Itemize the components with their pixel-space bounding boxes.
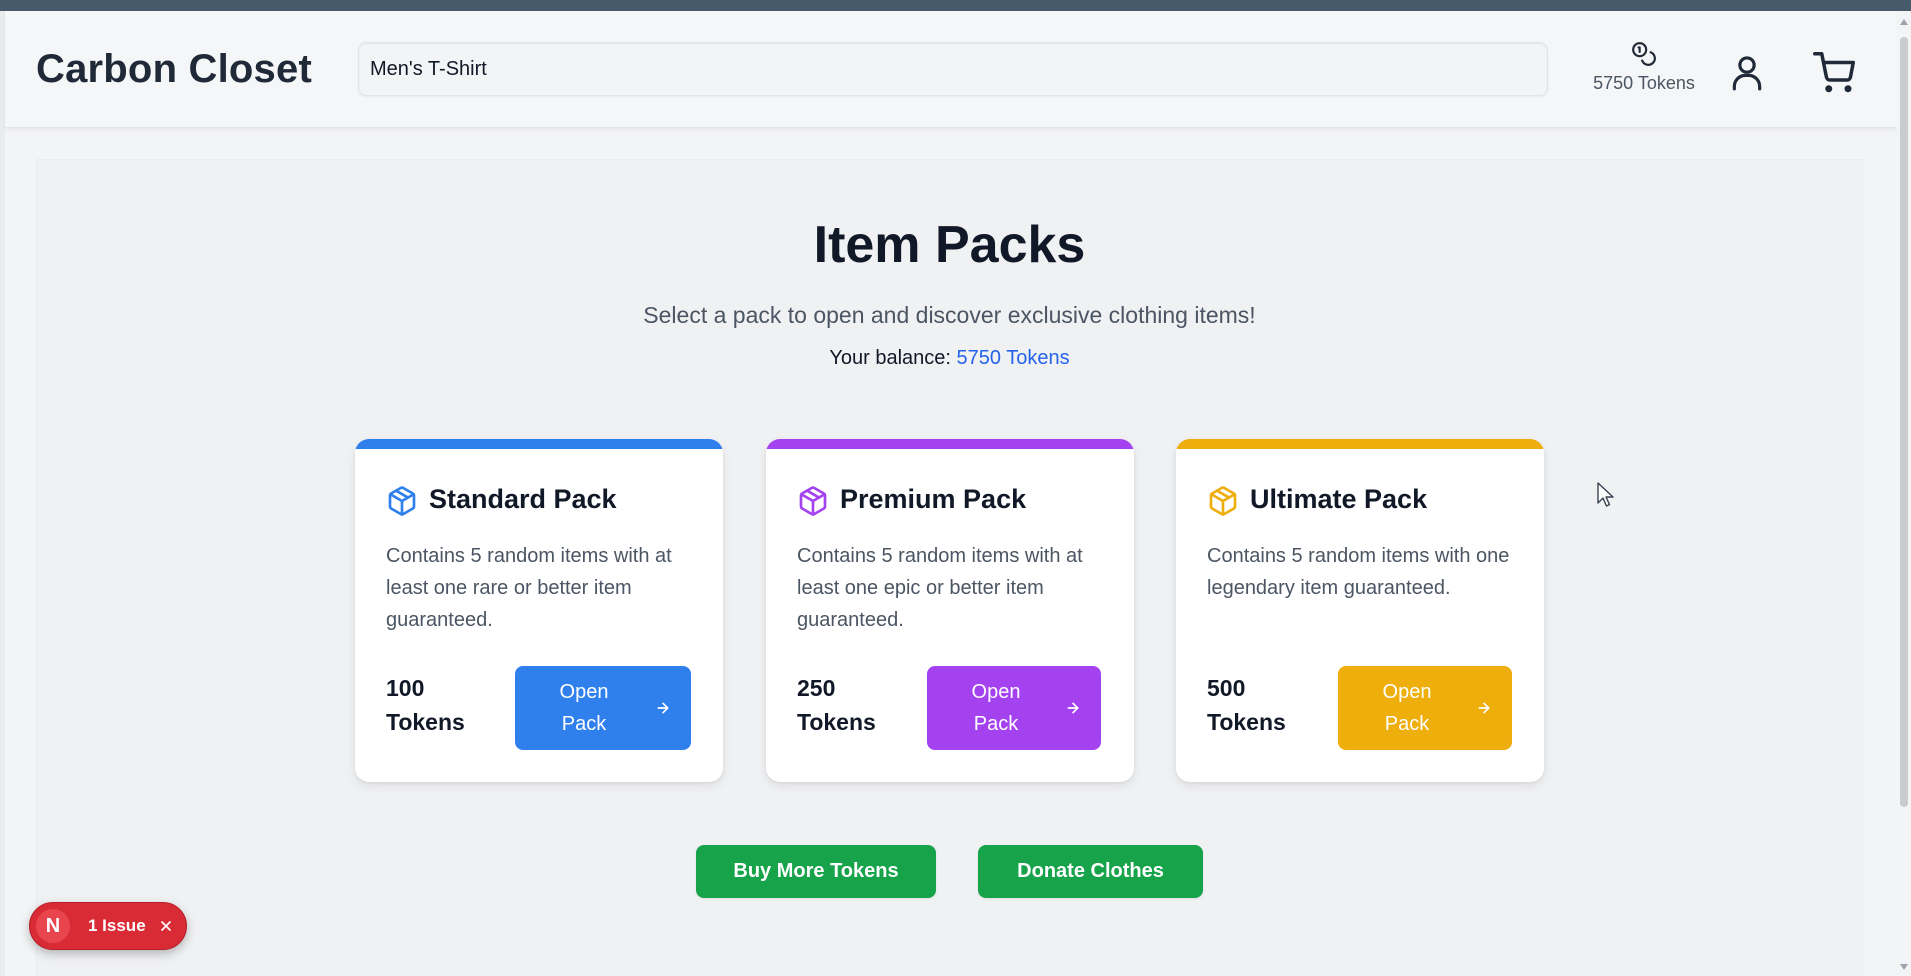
account-button[interactable] xyxy=(1721,47,1773,99)
card-accent-bar xyxy=(1176,439,1544,449)
package-icon xyxy=(388,486,416,516)
arrow-right-icon xyxy=(1067,702,1079,714)
close-icon[interactable] xyxy=(158,918,174,934)
pack-price: 500 Tokens xyxy=(1207,675,1286,735)
pack-price: 100 Tokens xyxy=(386,675,465,735)
window-left-edge xyxy=(0,11,5,976)
issues-count-button[interactable]: 1 Issue xyxy=(88,916,146,936)
open-ultimate-pack-button[interactable]: Open Pack xyxy=(1338,666,1512,750)
open-pack-label: Open Pack xyxy=(1382,681,1432,735)
coins-icon xyxy=(1632,42,1656,66)
site-header: Carbon Closet 5750 Tokens xyxy=(5,11,1897,128)
search-input[interactable] xyxy=(358,42,1548,96)
cart-button[interactable] xyxy=(1808,47,1860,99)
open-premium-pack-button[interactable]: Open Pack xyxy=(927,666,1101,750)
user-icon xyxy=(1732,56,1762,91)
scroll-up-arrow[interactable] xyxy=(1900,19,1908,25)
card-accent-bar xyxy=(355,439,723,449)
site-logo[interactable]: Carbon Closet xyxy=(36,47,312,92)
pack-description: Contains 5 random items with one legenda… xyxy=(1207,545,1510,599)
pack-title: Ultimate Pack xyxy=(1250,484,1428,514)
pack-title: Standard Pack xyxy=(429,484,617,514)
open-standard-pack-button[interactable]: Open Pack xyxy=(515,666,691,750)
package-icon xyxy=(1209,486,1237,516)
cart-icon xyxy=(1813,52,1855,93)
pack-title: Premium Pack xyxy=(840,484,1027,514)
pack-card-standard: Standard Pack Contains 5 random items wi… xyxy=(355,439,723,782)
scrollbar-thumb[interactable] xyxy=(1900,37,1908,807)
pack-description: Contains 5 random items with at least on… xyxy=(386,545,672,631)
scroll-down-arrow[interactable] xyxy=(1900,964,1908,970)
header-token-count: 5750 Tokens xyxy=(1593,73,1695,93)
pack-card-ultimate: Ultimate Pack Contains 5 random items wi… xyxy=(1176,439,1544,782)
page-subtitle: Select a pack to open and discover exclu… xyxy=(643,302,1256,328)
dev-issues-badge: N 1 Issue xyxy=(29,902,187,950)
pack-description: Contains 5 random items with at least on… xyxy=(797,545,1083,631)
open-pack-label: Open Pack xyxy=(559,681,609,735)
package-icon xyxy=(799,486,827,516)
nextjs-logo-button[interactable]: N xyxy=(36,909,70,943)
balance-label: Your balance: xyxy=(829,347,951,369)
page-scrollbar[interactable] xyxy=(1897,11,1911,976)
balance-value: 5750 Tokens xyxy=(956,347,1070,369)
mouse-pointer-icon xyxy=(1597,482,1614,507)
donate-clothes-button[interactable]: Donate Clothes xyxy=(978,845,1203,898)
pack-card-premium: Premium Pack Contains 5 random items wit… xyxy=(766,439,1134,782)
card-accent-bar xyxy=(766,439,1134,449)
arrow-right-icon xyxy=(1478,702,1490,714)
balance-line: Your balance: 5750 Tokens xyxy=(0,347,1899,370)
open-pack-label: Open Pack xyxy=(971,681,1021,735)
arrow-right-icon xyxy=(657,702,669,714)
browser-top-strip xyxy=(0,0,1911,11)
buy-more-tokens-button[interactable]: Buy More Tokens xyxy=(696,845,936,898)
pack-price: 250 Tokens xyxy=(797,675,876,735)
page-title: Item Packs xyxy=(813,216,1086,274)
token-balance-button[interactable]: 5750 Tokens xyxy=(1581,41,1707,113)
